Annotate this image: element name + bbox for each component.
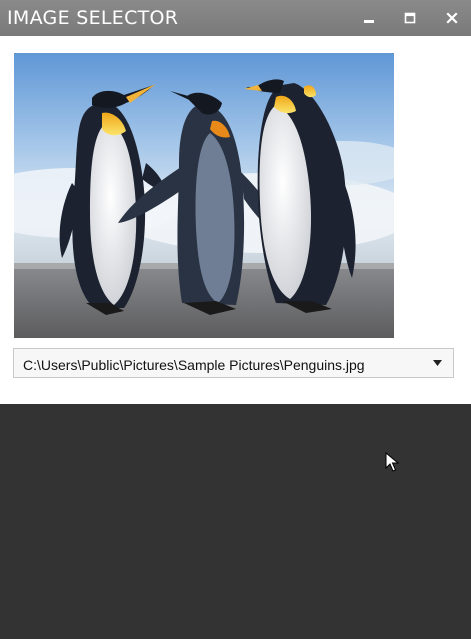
penguins-image bbox=[14, 53, 394, 338]
minimize-icon bbox=[364, 20, 374, 23]
image-path-dropdown[interactable]: C:\Users\Public\Pictures\Sample Pictures… bbox=[13, 348, 454, 378]
maximize-button[interactable] bbox=[398, 7, 422, 29]
mouse-pointer-icon bbox=[385, 452, 399, 472]
image-selector-window: IMAGE SELECTOR C:\Users\Public\Pictures\… bbox=[0, 0, 471, 404]
close-button[interactable] bbox=[440, 7, 464, 29]
close-icon bbox=[446, 12, 458, 24]
dropdown-arrow-icon[interactable] bbox=[433, 360, 442, 366]
desktop-background bbox=[0, 404, 471, 639]
minimize-button[interactable] bbox=[357, 7, 381, 29]
selected-image-path: C:\Users\Public\Pictures\Sample Pictures… bbox=[23, 357, 365, 373]
maximize-icon bbox=[404, 12, 416, 24]
title-bar[interactable]: IMAGE SELECTOR bbox=[0, 0, 471, 36]
window-title: IMAGE SELECTOR bbox=[7, 7, 179, 29]
